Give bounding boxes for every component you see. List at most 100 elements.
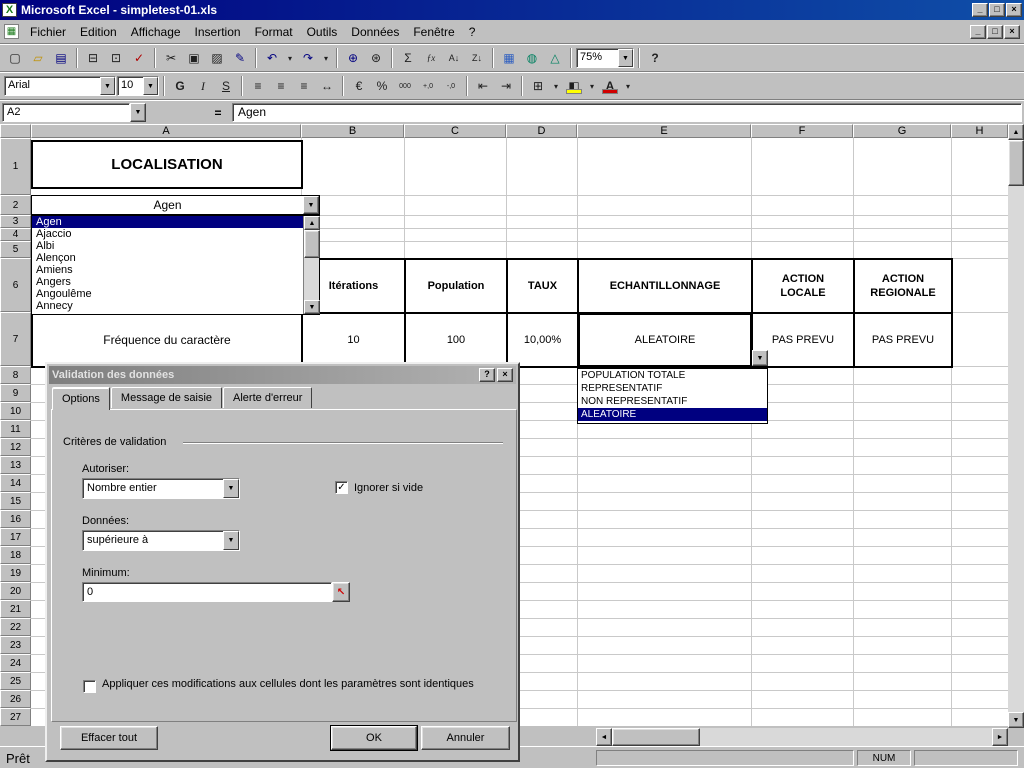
fill-color-arrow[interactable]: ▾ — [586, 76, 598, 96]
row-header-15[interactable]: 15 — [0, 492, 31, 510]
scroll-down-button[interactable]: ▼ — [304, 300, 320, 314]
column-header-d[interactable]: D — [506, 124, 577, 138]
cell-c6[interactable]: Population — [404, 258, 508, 314]
sort-ascending-button[interactable]: A↓ — [443, 48, 465, 68]
map-button[interactable]: ◍ — [521, 48, 543, 68]
row-header-27[interactable]: 27 — [0, 708, 31, 726]
autosum-button[interactable]: Σ — [397, 48, 419, 68]
font-color-button[interactable]: A — [599, 76, 621, 96]
row-header-3[interactable]: 3 — [0, 215, 31, 228]
tab-options[interactable]: Options — [52, 387, 110, 410]
cell-b7[interactable]: 10 — [301, 312, 406, 368]
currency-button[interactable]: € — [348, 76, 370, 96]
decrease-indent-button[interactable]: ⇤ — [472, 76, 494, 96]
row-header-11[interactable]: 11 — [0, 420, 31, 438]
undo-button[interactable]: ↶ — [261, 48, 283, 68]
apply-all-checkbox[interactable] — [83, 680, 96, 693]
menu-help[interactable]: ? — [462, 22, 483, 42]
city-option-albi[interactable]: Albi — [32, 240, 303, 252]
insert-hyperlink-button[interactable]: ⊕ — [342, 48, 364, 68]
column-header-h[interactable]: H — [951, 124, 1008, 138]
sampling-option-representatif[interactable]: REPRESENTATIF — [578, 382, 767, 395]
workbook-close-button[interactable]: × — [1004, 25, 1020, 39]
zoom-combo[interactable]: 75%▼ — [576, 48, 634, 68]
redo-button[interactable]: ↷ — [297, 48, 319, 68]
menu-insertion[interactable]: Insertion — [188, 22, 248, 42]
dialog-help-button[interactable]: ? — [479, 368, 495, 382]
cell-a7[interactable]: Fréquence du caractère — [31, 312, 303, 368]
font-size-combo-arrow[interactable]: ▼ — [143, 77, 158, 95]
cut-button[interactable]: ✂ — [160, 48, 182, 68]
font-combo-arrow[interactable]: ▼ — [100, 77, 115, 95]
merge-center-button[interactable]: ↔ — [316, 76, 338, 96]
edit-formula-button[interactable]: = — [208, 103, 228, 122]
a2-dropdown-arrow[interactable]: ▼ — [303, 196, 319, 214]
undo-arrow[interactable]: ▾ — [284, 48, 296, 68]
maximize-button[interactable]: □ — [989, 3, 1005, 17]
scroll-thumb[interactable] — [304, 230, 320, 258]
bold-button[interactable]: G — [169, 76, 191, 96]
select-all-corner[interactable] — [0, 124, 31, 138]
formula-input[interactable]: Agen — [232, 103, 1022, 122]
row-header-18[interactable]: 18 — [0, 546, 31, 564]
zoom-combo-arrow[interactable]: ▼ — [618, 49, 633, 67]
row-header-21[interactable]: 21 — [0, 600, 31, 618]
new-button[interactable]: ▢ — [4, 48, 26, 68]
workbook-restore-button[interactable]: □ — [987, 25, 1003, 39]
row-header-2[interactable]: 2 — [0, 195, 31, 215]
clear-all-button[interactable]: Effacer tout — [60, 726, 158, 750]
font-color-arrow[interactable]: ▾ — [622, 76, 634, 96]
increase-indent-button[interactable]: ⇥ — [495, 76, 517, 96]
cell-f6[interactable]: ACTION LOCALE — [751, 258, 855, 314]
align-right-button[interactable]: ≡ — [293, 76, 315, 96]
tab-message-de-saisie[interactable]: Message de saisie — [111, 387, 222, 408]
city-option-angers[interactable]: Angers — [32, 276, 303, 288]
row-header-26[interactable]: 26 — [0, 690, 31, 708]
row-header-6[interactable]: 6 — [0, 258, 31, 312]
chart-wizard-button[interactable]: ▦ — [498, 48, 520, 68]
sort-descending-button[interactable]: Z↓ — [466, 48, 488, 68]
borders-button[interactable]: ⊞ — [527, 76, 549, 96]
paste-button[interactable]: ▨ — [206, 48, 228, 68]
row-header-24[interactable]: 24 — [0, 654, 31, 672]
dialog-close-button[interactable]: × — [497, 368, 513, 382]
web-toolbar-button[interactable]: ⊛ — [365, 48, 387, 68]
row-header-14[interactable]: 14 — [0, 474, 31, 492]
workbook-minimize-button[interactable]: _ — [970, 25, 986, 39]
row-header-10[interactable]: 10 — [0, 402, 31, 420]
row-header-13[interactable]: 13 — [0, 456, 31, 474]
underline-button[interactable]: S — [215, 76, 237, 96]
data-combo-arrow[interactable]: ▼ — [223, 531, 239, 550]
row-header-5[interactable]: 5 — [0, 241, 31, 258]
scroll-up-button[interactable]: ▲ — [304, 216, 320, 230]
column-header-a[interactable]: A — [31, 124, 301, 138]
menu-affichage[interactable]: Affichage — [124, 22, 188, 42]
minimize-button[interactable]: _ — [972, 3, 988, 17]
city-option-amiens[interactable]: Amiens — [32, 264, 303, 276]
row-header-16[interactable]: 16 — [0, 510, 31, 528]
cell-e6[interactable]: ECHANTILLONNAGE — [577, 258, 753, 314]
scroll-right-button[interactable]: ► — [992, 728, 1008, 746]
cell-a1[interactable]: LOCALISATION — [31, 140, 303, 189]
dialog-titlebar[interactable]: Validation des données ? × — [49, 366, 516, 384]
row-header-22[interactable]: 22 — [0, 618, 31, 636]
collapse-dialog-button[interactable]: ↖ — [332, 582, 350, 602]
row-header-23[interactable]: 23 — [0, 636, 31, 654]
align-center-button[interactable]: ≡ — [270, 76, 292, 96]
sampling-option-aleatoire[interactable]: ALEATOIRE — [578, 408, 767, 421]
menu-format[interactable]: Format — [248, 22, 300, 42]
format-painter-button[interactable]: ✎ — [229, 48, 251, 68]
vertical-scroll-thumb[interactable] — [1008, 140, 1024, 186]
e7-validation-dropdown-arrow[interactable]: ▼ — [752, 350, 768, 366]
row-header-4[interactable]: 4 — [0, 228, 31, 241]
horizontal-scrollbar[interactable]: ◄ ► — [596, 728, 1008, 746]
row-header-17[interactable]: 17 — [0, 528, 31, 546]
sampling-option-non-representatif[interactable]: NON REPRESENTATIF — [578, 395, 767, 408]
menu-donnees[interactable]: Données — [344, 22, 406, 42]
allow-combo[interactable]: Nombre entier ▼ — [82, 478, 240, 499]
borders-arrow[interactable]: ▾ — [550, 76, 562, 96]
cell-d6[interactable]: TAUX — [506, 258, 579, 314]
row-header-20[interactable]: 20 — [0, 582, 31, 600]
font-size-combo[interactable]: 10▼ — [117, 76, 159, 96]
scroll-down-button[interactable]: ▼ — [1008, 712, 1024, 728]
